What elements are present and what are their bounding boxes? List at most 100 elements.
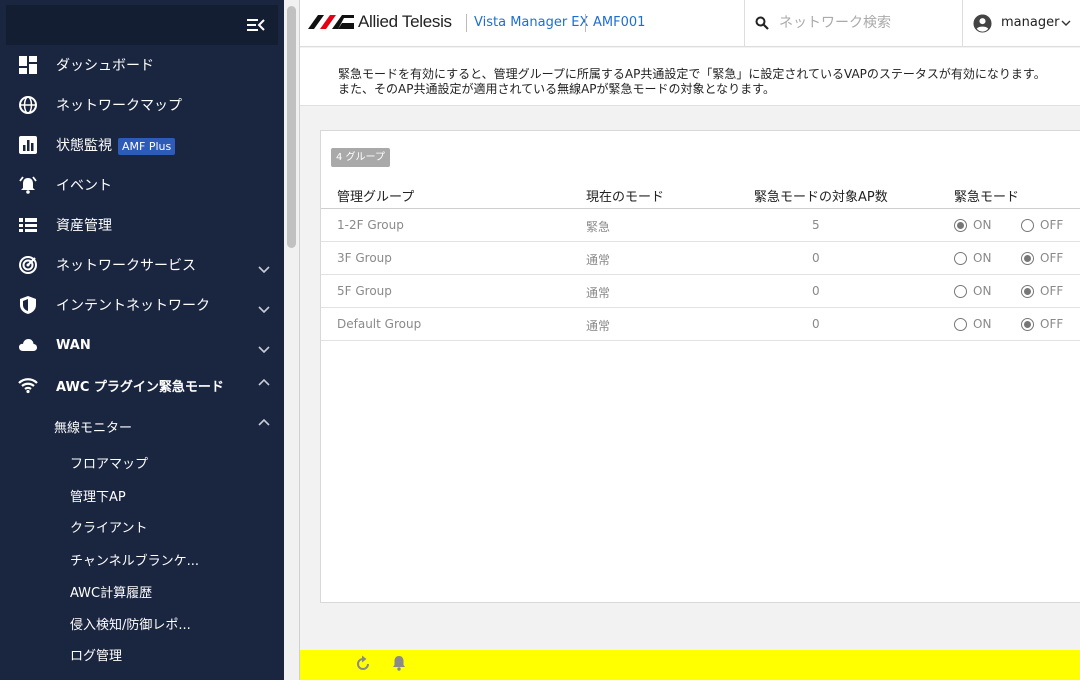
radio-indicator[interactable] (1021, 284, 1034, 298)
search-icon[interactable] (755, 16, 769, 30)
chevron-down-icon (1061, 20, 1071, 26)
device-link[interactable]: AMF001 (593, 15, 645, 30)
scrollbar-thumb[interactable] (287, 6, 296, 248)
wifi-icon (18, 378, 38, 394)
radio-label-on: ON (973, 317, 992, 331)
sidebar-leaf-clients[interactable]: クライアント (0, 510, 284, 540)
sidebar-leaf-floor-map[interactable]: フロアマップ (0, 446, 284, 476)
radio-indicator[interactable] (954, 251, 967, 265)
radio-indicator[interactable] (1021, 218, 1034, 232)
chevron-down-icon[interactable] (258, 263, 270, 275)
sidebar-item-label: AWC プラグイン緊急モード (56, 379, 224, 395)
menu-collapse-icon[interactable] (246, 15, 266, 35)
emergency-mode-table-card: 4 グループ 管理グループ 現在のモード 緊急モードの対象AP数 緊急モード 1… (320, 130, 1080, 603)
radio-label-off: OFF (1040, 317, 1064, 331)
brand-logo[interactable]: Allied Telesis (308, 12, 452, 32)
sidebar-leaf-managed-ap[interactable]: 管理下AP (0, 479, 284, 509)
sidebar-item-intent-network[interactable]: インテントネットワーク (0, 285, 284, 325)
radio-label-off: OFF (1040, 218, 1064, 232)
sidebar-item-label: ネットワークサービス (56, 258, 196, 274)
column-header-emergency-mode: 緊急モード (954, 190, 1020, 205)
leaf-label: 侵入検知/防御レポ... (70, 618, 191, 633)
sidebar-leaf-channel-blanket[interactable]: チャンネルブランケ... (0, 543, 284, 573)
bell-icon[interactable] (390, 654, 408, 672)
info-text-line-2: また、そのAP共通設定が適用されている無線APが緊急モードの対象となります。 (338, 82, 775, 96)
leaf-label: クライアント (70, 521, 148, 536)
leaf-label: AWC計算履歴 (70, 586, 153, 601)
target-ap-count: 0 (812, 284, 820, 298)
emergency-off-radio[interactable]: OFF (1021, 317, 1063, 331)
current-mode: 通常 (586, 319, 611, 333)
sidebar-item-label: イベント (56, 178, 112, 194)
chevron-up-icon[interactable] (258, 417, 270, 429)
radio-label-on: ON (973, 284, 992, 298)
sidebar-item-label: 資産管理 (56, 218, 112, 234)
header-divider (466, 14, 467, 32)
column-header-current-mode: 現在のモード (586, 190, 665, 205)
column-header-group: 管理グループ (337, 190, 415, 205)
current-mode: 通常 (586, 253, 611, 267)
target-ap-count: 0 (812, 317, 820, 331)
search-input[interactable] (779, 12, 949, 34)
sidebar-leaf-intrusion-report[interactable]: 侵入検知/防御レポ... (0, 607, 284, 637)
user-menu[interactable]: manager (962, 0, 1080, 47)
sidebar-item-assets[interactable]: 資産管理 (0, 205, 284, 245)
brand-name: Allied Telesis (358, 12, 452, 31)
chart-icon (19, 136, 37, 154)
radio-indicator[interactable] (954, 218, 967, 232)
sidebar-item-label: ダッシュボード (56, 58, 154, 74)
chevron-down-icon[interactable] (258, 343, 270, 355)
table-row: 1-2F Group 緊急 5 ON OFF (321, 209, 1080, 242)
sidebar-leaf-awc-history[interactable]: AWC計算履歴 (0, 575, 284, 605)
shield-icon (20, 296, 36, 314)
table-row: Default Group 通常 0 ON OFF (321, 308, 1080, 341)
amf-plus-badge: AMF Plus (118, 137, 176, 155)
sidebar-item-label: インテントネットワーク (56, 298, 210, 314)
radio-label-off: OFF (1040, 251, 1064, 265)
sidebar-item-events[interactable]: イベント (0, 165, 284, 205)
radio-indicator[interactable] (954, 317, 967, 331)
sidebar-submenu-wireless-monitor[interactable]: 無線モニター (0, 409, 284, 441)
sidebar-item-label: ネットワークマップ (56, 98, 182, 114)
sidebar-scrollbar[interactable] (284, 0, 299, 680)
group-name: 3F Group (337, 251, 392, 265)
current-mode: 通常 (586, 286, 611, 300)
chevron-up-icon[interactable] (258, 377, 270, 389)
emergency-off-radio[interactable]: OFF (1021, 251, 1063, 265)
top-header: Allied Telesis Vista Manager EX AMF001 m… (300, 0, 1080, 47)
cloud-icon (19, 339, 37, 351)
group-name: 1-2F Group (337, 218, 404, 232)
sidebar-item-network-services[interactable]: ネットワークサービス (0, 245, 284, 285)
radio-indicator[interactable] (1021, 251, 1034, 265)
sidebar-header (6, 5, 278, 45)
emergency-on-radio[interactable]: ON (954, 317, 991, 331)
radio-indicator[interactable] (954, 284, 967, 298)
network-search (744, 0, 962, 47)
current-mode: 緊急 (586, 220, 611, 234)
sidebar-item-network-map[interactable]: ネットワークマップ (0, 85, 284, 125)
sidebar-item-wan[interactable]: WAN (0, 325, 284, 365)
emergency-on-radio[interactable]: ON (954, 251, 991, 265)
emergency-on-radio[interactable]: ON (954, 284, 991, 298)
leaf-label: ログ管理 (70, 649, 123, 664)
emergency-on-radio[interactable]: ON (954, 218, 991, 232)
product-link[interactable]: Vista Manager EX (474, 15, 588, 30)
emergency-off-radio[interactable]: OFF (1021, 218, 1063, 232)
sidebar-item-monitoring[interactable]: 状態監視 AMF Plus (0, 125, 284, 165)
radio-label-on: ON (973, 251, 992, 265)
group-name: Default Group (337, 317, 422, 331)
chevron-down-icon[interactable] (258, 303, 270, 315)
dashboard-icon (19, 56, 37, 74)
sidebar-item-awc-emergency[interactable]: AWC プラグイン緊急モード (0, 365, 284, 405)
refresh-icon[interactable] (354, 655, 372, 673)
account-icon (973, 14, 992, 33)
emergency-off-radio[interactable]: OFF (1021, 284, 1063, 298)
target-ap-count: 5 (812, 218, 820, 232)
table-row: 3F Group 通常 0 ON OFF (321, 242, 1080, 275)
leaf-label: チャンネルブランケ... (70, 554, 200, 569)
radio-label-on: ON (973, 218, 992, 232)
sidebar-item-dashboard[interactable]: ダッシュボード (0, 45, 284, 85)
radio-indicator[interactable] (1021, 317, 1034, 331)
sidebar-leaf-log-management[interactable]: ログ管理 (0, 638, 284, 668)
alarm-icon (19, 176, 37, 194)
